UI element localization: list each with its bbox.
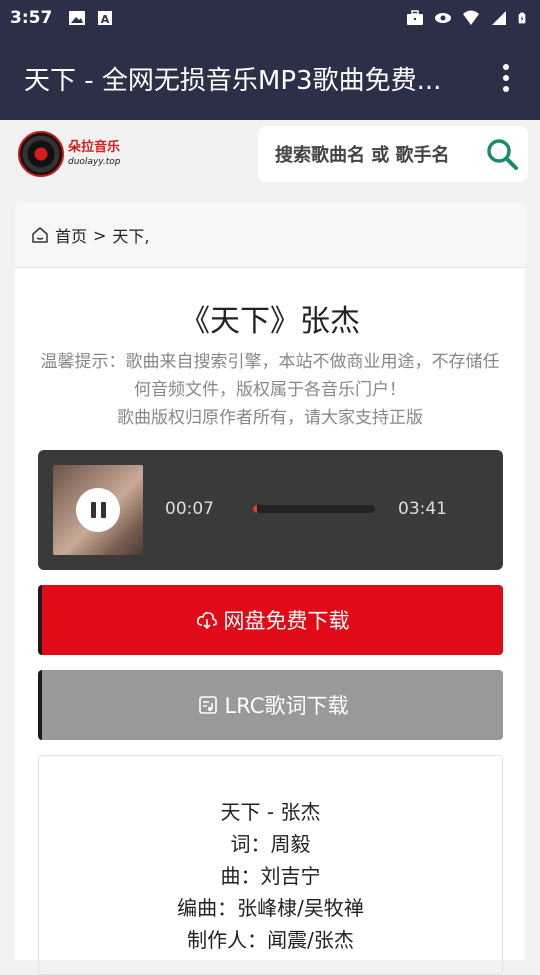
lyrics-line: 曲：刘吉宁 xyxy=(220,864,321,888)
notice-text: 温馨提示：歌曲来自搜索引擎，本站不做商业用途，不存储任何音频文件，版权属于各音乐… xyxy=(37,348,503,432)
signal-icon xyxy=(492,11,506,25)
site-logo[interactable]: 朵拉音乐 duolayy.top xyxy=(18,129,138,179)
progress-bar[interactable] xyxy=(253,505,375,513)
site-header: 朵拉音乐 duolayy.top 搜索歌曲名 或 歌手名 xyxy=(0,120,540,188)
breadcrumb-current: 天下, xyxy=(112,227,150,246)
song-title: 《天下》张杰 xyxy=(180,304,360,339)
status-bar: 3:57 A xyxy=(0,0,540,36)
search-box[interactable]: 搜索歌曲名 或 歌手名 xyxy=(258,126,528,182)
lyrics-line: 天下 - 张杰 xyxy=(220,800,321,824)
pause-button[interactable] xyxy=(76,488,120,532)
download-button[interactable]: 网盘免费下载 xyxy=(38,585,503,655)
breadcrumb-separator: > xyxy=(93,225,107,245)
search-input[interactable]: 搜索歌曲名 或 歌手名 xyxy=(275,141,484,167)
app-bar: 天下 - 全网无损音乐MP3歌曲免费... xyxy=(0,36,540,120)
wifi-icon xyxy=(463,10,479,25)
total-time: 03:41 xyxy=(398,499,447,519)
lyrics-box: 天下 - 张杰 词：周毅 曲：刘吉宁 编曲：张峰棣/吴牧禅 制作人：闻震/张杰 xyxy=(38,755,503,975)
lyrics-file-icon xyxy=(198,696,217,714)
image-icon xyxy=(69,11,86,25)
notice-line-2: 歌曲版权归原作者所有，请大家支持正版 xyxy=(117,408,423,428)
lrc-download-button[interactable]: LRC歌词下载 xyxy=(38,670,503,740)
status-time: 3:57 xyxy=(10,8,53,28)
lrc-button-label: LRC歌词下载 xyxy=(224,694,349,718)
content-card: 首页 > 天下, 《天下》张杰 温馨提示：歌曲来自搜索引擎，本站不做商业用途，不… xyxy=(15,203,525,975)
logo-text-en: duolayy.top xyxy=(68,157,121,167)
briefcase-icon xyxy=(407,10,423,25)
breadcrumb-home[interactable]: 首页 xyxy=(55,223,87,247)
page-title: 天下 - 全网无损音乐MP3歌曲免费... xyxy=(24,65,442,96)
lyrics-line: 编曲：张峰棣/吴牧禅 xyxy=(177,896,364,920)
more-vert-icon[interactable] xyxy=(494,58,518,98)
audio-player: 00:07 03:41 xyxy=(38,450,503,570)
pause-icon xyxy=(90,502,96,518)
logo-text-cn: 朵拉音乐 xyxy=(68,140,121,155)
font-icon: A xyxy=(98,11,113,26)
breadcrumb: 首页 > 天下, xyxy=(15,203,525,268)
current-time: 00:07 xyxy=(165,499,214,519)
lyrics-line: 制作人：闻震/张杰 xyxy=(187,928,354,952)
cloud-download-icon xyxy=(196,612,217,630)
vinyl-disc-icon xyxy=(18,131,64,177)
download-button-label: 网盘免费下载 xyxy=(223,609,350,633)
search-icon[interactable] xyxy=(484,136,520,172)
svg-text:A: A xyxy=(101,13,110,26)
progress-fill xyxy=(253,505,257,513)
lyrics-line: 词：周毅 xyxy=(230,832,311,856)
eye-icon xyxy=(435,13,451,23)
home-icon[interactable] xyxy=(31,226,49,244)
notice-line-1: 温馨提示：歌曲来自搜索引擎，本站不做商业用途，不存储任何音频文件，版权属于各音乐… xyxy=(40,352,500,400)
battery-icon xyxy=(518,12,526,24)
